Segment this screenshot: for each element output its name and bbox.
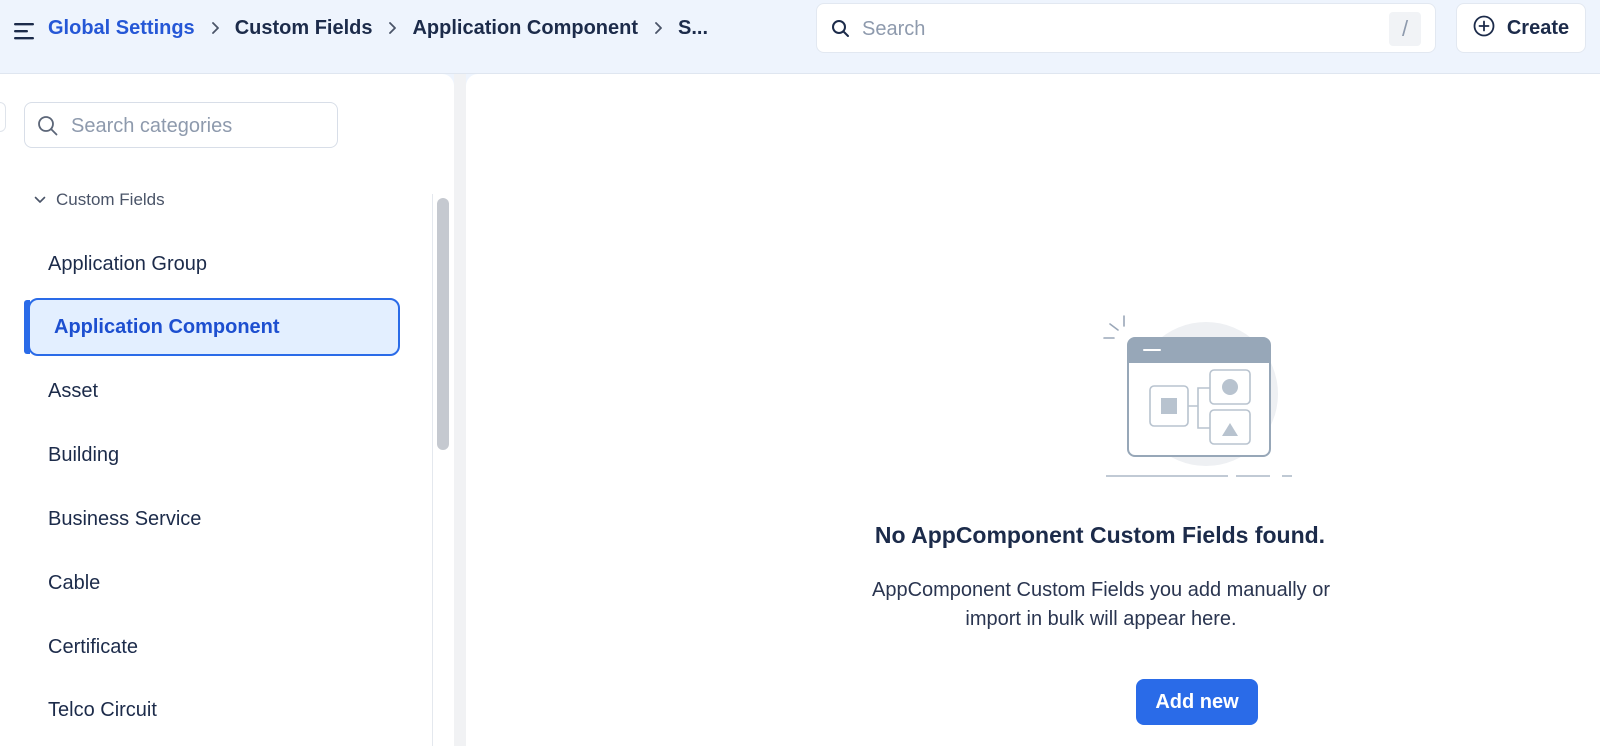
top-header: Global Settings Custom Fields Applicatio… bbox=[0, 0, 1600, 74]
hamburger-menu-icon[interactable] bbox=[12, 18, 38, 44]
main-content: No AppComponent Custom Fields found. App… bbox=[466, 74, 1600, 746]
chevron-down-icon bbox=[34, 191, 46, 209]
chevron-right-icon bbox=[638, 18, 678, 38]
search-icon bbox=[37, 115, 59, 142]
group-label: Custom Fields bbox=[56, 190, 165, 209]
empty-state-title: No AppComponent Custom Fields found. bbox=[874, 522, 1326, 548]
chevron-right-icon bbox=[195, 18, 235, 38]
search-icon bbox=[831, 19, 851, 44]
sidebar-item-cable[interactable]: Cable bbox=[48, 563, 408, 603]
create-button[interactable]: Create bbox=[1456, 3, 1586, 53]
plus-circle-icon bbox=[1473, 15, 1495, 42]
sidebar-item-certificate[interactable]: Certificate bbox=[48, 627, 408, 667]
add-new-button[interactable]: Add new bbox=[1136, 679, 1258, 725]
breadcrumb: Global Settings Custom Fields Applicatio… bbox=[48, 0, 708, 56]
breadcrumb-application-component[interactable]: Application Component bbox=[412, 17, 638, 40]
category-search-input[interactable] bbox=[71, 112, 321, 140]
scrollbar-thumb[interactable] bbox=[437, 198, 449, 450]
group-toggle-custom-fields[interactable]: Custom Fields bbox=[34, 188, 165, 212]
sidebar-item-business-service[interactable]: Business Service bbox=[48, 499, 408, 539]
search-shortcut-key: / bbox=[1389, 12, 1421, 46]
chevron-right-icon bbox=[372, 18, 412, 38]
sidebar-collapse-handle[interactable] bbox=[0, 102, 6, 132]
empty-state-description: AppComponent Custom Fields you add manua… bbox=[871, 579, 1331, 630]
sidebar-item-building[interactable]: Building bbox=[48, 435, 408, 475]
sidebar-item-telco-circuit[interactable]: Telco Circuit bbox=[48, 690, 408, 730]
panel-divider bbox=[454, 74, 466, 746]
sidebar-item-asset[interactable]: Asset bbox=[48, 371, 408, 411]
breadcrumb-global-settings[interactable]: Global Settings bbox=[48, 17, 195, 40]
breadcrumb-current: S... bbox=[678, 16, 709, 39]
breadcrumb-custom-fields[interactable]: Custom Fields bbox=[235, 17, 373, 40]
sidebar-item-application-group[interactable]: Application Group bbox=[48, 244, 408, 284]
scrollbar-track bbox=[432, 194, 433, 746]
global-search: / bbox=[816, 3, 1436, 53]
empty-state-illustration bbox=[1098, 314, 1298, 489]
category-sidebar: Custom Fields Application Group Applicat… bbox=[0, 74, 454, 746]
create-button-label: Create bbox=[1506, 16, 1570, 39]
category-search bbox=[24, 102, 338, 148]
sidebar-item-application-component[interactable]: Application Component bbox=[28, 298, 400, 356]
search-input[interactable] bbox=[862, 14, 1362, 44]
